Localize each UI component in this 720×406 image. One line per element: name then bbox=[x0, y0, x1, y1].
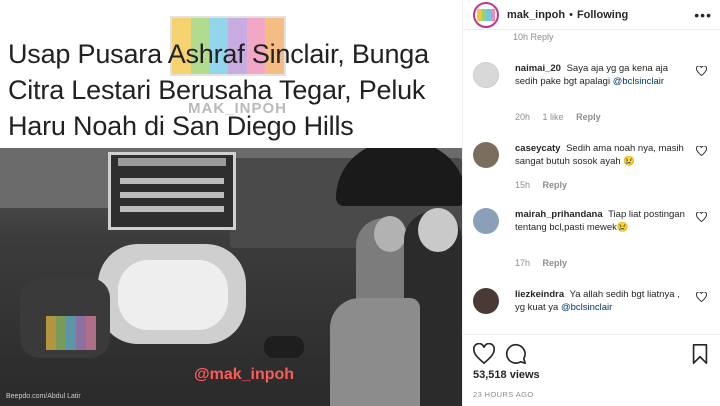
mention-link[interactable]: @bclsinclair bbox=[613, 76, 664, 87]
watermark-text: MAK_INPOH bbox=[188, 100, 288, 117]
comment-item: naimai_20 Saya aja yg ga kena aja sedih … bbox=[473, 62, 717, 126]
comment-heart-icon[interactable] bbox=[696, 212, 707, 222]
comment-time: 15h bbox=[515, 180, 531, 190]
post-timestamp: 23 HOURS AGO bbox=[473, 390, 534, 399]
account-username[interactable]: mak_inpoh bbox=[507, 9, 565, 21]
comment-text: liezkeindra Ya allah sedih bgt liatnya ,… bbox=[515, 289, 680, 313]
view-count[interactable]: 53,518 views bbox=[473, 369, 540, 381]
post-sidebar: mak_inpoh • Following ••• 10h Reply naim… bbox=[462, 0, 720, 406]
reply-button[interactable]: Reply bbox=[543, 258, 568, 268]
post-headline: Usap Pusara Ashraf Sinclair, Bunga Citra… bbox=[8, 39, 429, 141]
commenter-avatar[interactable] bbox=[473, 208, 499, 234]
header-separator: • bbox=[569, 8, 573, 21]
comment-text: mairah_prihandana Tiap liat postingan te… bbox=[515, 209, 685, 233]
comment-item: liezkeindra Ya allah sedih bgt liatnya ,… bbox=[473, 288, 717, 328]
photo-watermark-logo bbox=[46, 316, 96, 350]
cut-off-comment-meta: 10h Reply bbox=[513, 32, 554, 42]
comment-likes[interactable]: 1 like bbox=[543, 112, 564, 122]
reply-button[interactable]: Reply bbox=[576, 112, 601, 122]
comment-heart-icon[interactable] bbox=[696, 146, 707, 156]
comments-list[interactable]: 10h Reply naimai_20 Saya aja yg ga kena … bbox=[463, 30, 720, 334]
post-photo: @mak_inpoh Beepdo.com/Abdul Latir bbox=[0, 148, 462, 406]
commenter-username[interactable]: liezkeindra bbox=[515, 289, 564, 300]
comment-meta: 15h Reply bbox=[515, 180, 577, 190]
comment-meta: 17h Reply bbox=[515, 258, 577, 268]
photo-watermark: @mak_inpoh bbox=[194, 366, 295, 383]
commenter-avatar[interactable] bbox=[473, 62, 499, 88]
action-bar bbox=[463, 334, 720, 370]
commenter-username[interactable]: caseycaty bbox=[515, 143, 560, 154]
comment-text: caseycaty Sedih ama noah nya, masih sang… bbox=[515, 143, 684, 167]
post-header: mak_inpoh • Following ••• bbox=[463, 0, 720, 30]
commenter-username[interactable]: mairah_prihandana bbox=[515, 209, 603, 220]
bookmark-icon[interactable] bbox=[689, 343, 711, 365]
post-image[interactable]: Usap Pusara Ashraf Sinclair, Bunga Citra… bbox=[0, 0, 462, 406]
commenter-avatar[interactable] bbox=[473, 142, 499, 168]
comment-time: 17h bbox=[515, 258, 531, 268]
mention-link[interactable]: @bclsinclair bbox=[561, 302, 612, 313]
comment-item: caseycaty Sedih ama noah nya, masih sang… bbox=[473, 142, 717, 198]
comment-text: naimai_20 Saya aja yg ga kena aja sedih … bbox=[515, 63, 668, 87]
more-icon[interactable]: ••• bbox=[694, 7, 712, 23]
account-avatar[interactable] bbox=[473, 1, 499, 28]
comment-icon[interactable] bbox=[505, 343, 527, 365]
commenter-avatar[interactable] bbox=[473, 288, 499, 314]
following-button[interactable]: Following bbox=[577, 9, 628, 21]
reply-button[interactable]: Reply bbox=[543, 180, 568, 190]
commenter-username[interactable]: naimai_20 bbox=[515, 63, 561, 74]
comment-meta: 20h 1 like Reply bbox=[515, 112, 611, 122]
comment-heart-icon[interactable] bbox=[696, 66, 707, 76]
comment-time: 20h bbox=[515, 112, 531, 122]
heart-icon[interactable] bbox=[473, 343, 495, 365]
comment-heart-icon[interactable] bbox=[696, 292, 707, 302]
comment-item: mairah_prihandana Tiap liat postingan te… bbox=[473, 208, 717, 268]
photo-credit: Beepdo.com/Abdul Latir bbox=[6, 393, 81, 400]
